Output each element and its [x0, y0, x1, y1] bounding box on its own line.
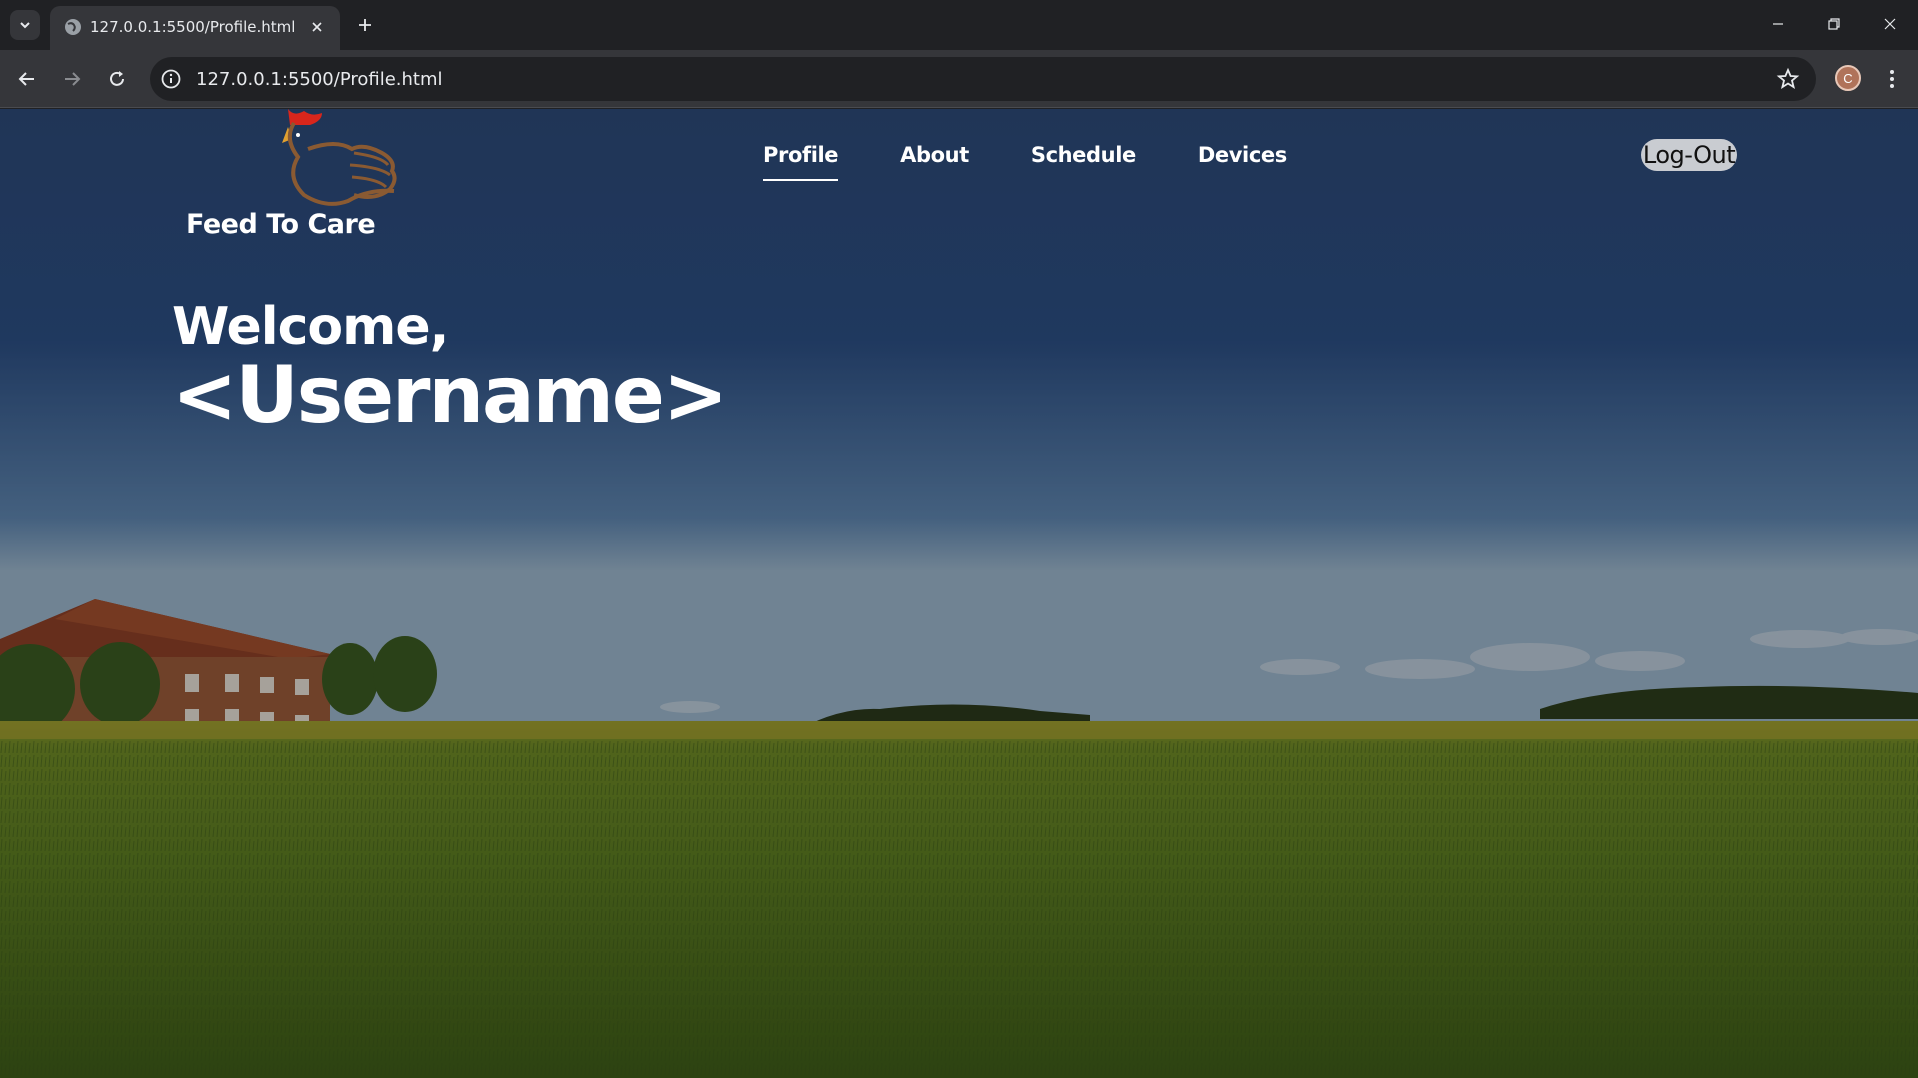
main-nav: Profile About Schedule Devices — [763, 143, 1349, 181]
more-vert-icon — [1890, 70, 1894, 88]
tab-search-button[interactable] — [10, 10, 40, 40]
close-icon — [1884, 18, 1896, 30]
restore-button[interactable] — [1814, 8, 1854, 40]
page-viewport: Feed To Care Profile About Schedule Devi… — [0, 109, 1918, 1078]
browser-menu-button[interactable] — [1878, 64, 1906, 94]
arrow-right-icon — [65, 72, 81, 86]
nav-link-profile[interactable]: Profile — [763, 143, 839, 181]
username-heading: <Username> — [172, 351, 728, 441]
close-icon — [312, 22, 322, 32]
bookmark-star-icon[interactable] — [1776, 67, 1800, 91]
url-text: 127.0.0.1:5500/Profile.html — [196, 69, 443, 90]
reload-icon — [110, 71, 124, 86]
site-logo[interactable]: Feed To Care — [186, 109, 416, 244]
close-window-button[interactable] — [1870, 8, 1910, 40]
dark-overlay — [0, 109, 1918, 1078]
nav-link-about[interactable]: About — [900, 143, 969, 167]
logout-button[interactable]: Log-Out — [1641, 139, 1737, 171]
minimize-button[interactable] — [1758, 8, 1798, 40]
nav-link-schedule[interactable]: Schedule — [1031, 143, 1136, 167]
restore-icon — [1828, 18, 1840, 30]
forward-button[interactable] — [55, 62, 89, 96]
rooster-logo-icon — [282, 109, 397, 206]
reload-button[interactable] — [100, 62, 134, 96]
globe-icon — [65, 19, 81, 35]
browser-tab-strip: 127.0.0.1:5500/Profile.html — [0, 0, 1918, 50]
chevron-down-icon — [20, 22, 30, 29]
tab-title: 127.0.0.1:5500/Profile.html — [90, 18, 296, 36]
minimize-icon — [1773, 23, 1783, 25]
new-tab-button[interactable] — [352, 12, 378, 38]
tab-close-button[interactable] — [306, 16, 328, 38]
nav-link-devices[interactable]: Devices — [1198, 143, 1287, 167]
arrow-left-icon — [18, 72, 34, 86]
info-icon[interactable] — [160, 68, 182, 90]
profile-avatar[interactable]: C — [1835, 65, 1861, 91]
welcome-heading: Welcome, — [172, 297, 449, 357]
plus-icon — [359, 19, 371, 31]
back-button[interactable] — [10, 62, 44, 96]
brand-name: Feed To Care — [186, 209, 376, 240]
browser-tab[interactable]: 127.0.0.1:5500/Profile.html — [50, 6, 340, 50]
address-bar[interactable]: 127.0.0.1:5500/Profile.html — [150, 57, 1816, 101]
browser-toolbar: 127.0.0.1:5500/Profile.html C — [0, 50, 1918, 108]
